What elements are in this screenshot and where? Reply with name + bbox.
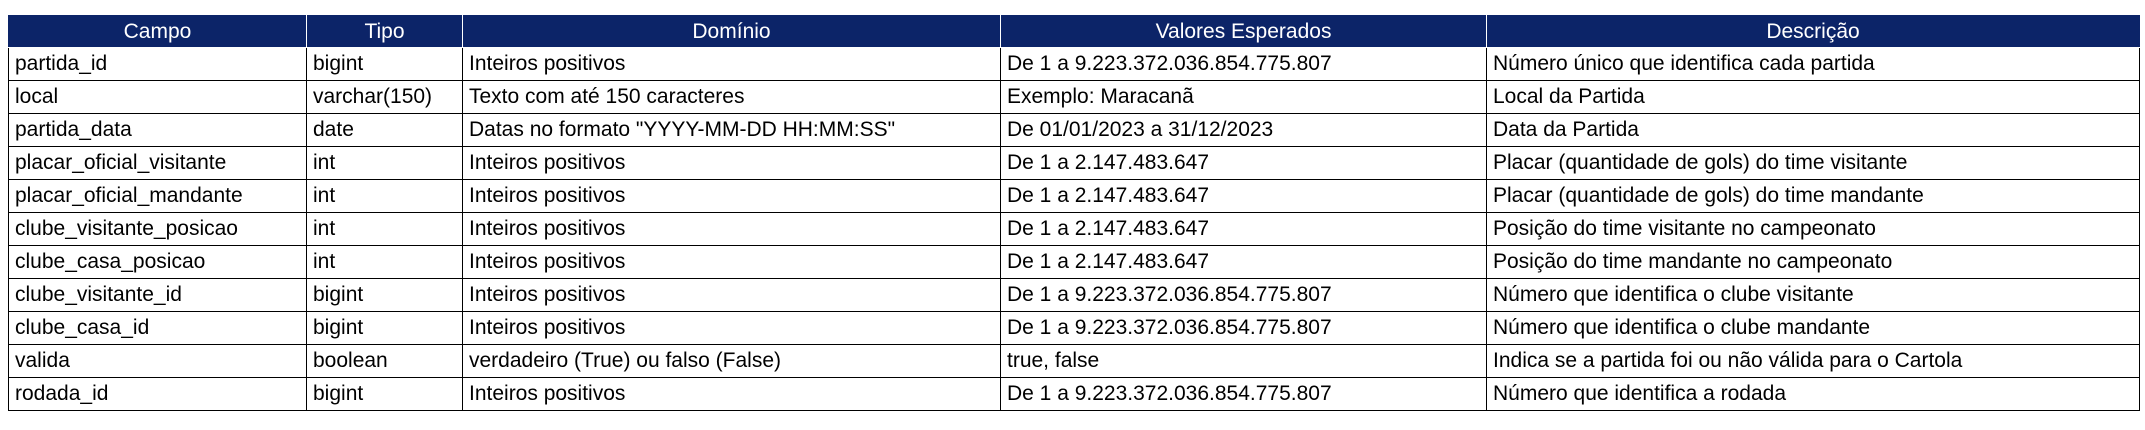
- header-row: Campo Tipo Domínio Valores Esperados Des…: [8, 15, 2140, 48]
- cell-tipo: bigint: [306, 278, 463, 312]
- cell-descricao: Posição do time mandante no campeonato: [1486, 245, 2140, 279]
- cell-campo: clube_casa_posicao: [8, 245, 307, 279]
- header-dominio: Domínio: [462, 15, 1001, 48]
- cell-campo: valida: [8, 344, 307, 378]
- cell-tipo: boolean: [306, 344, 463, 378]
- cell-valores-esperados: De 1 a 2.147.483.647: [1000, 146, 1487, 180]
- table-row: partida_id bigint Inteiros positivos De 1 a…: [8, 47, 2140, 81]
- cell-tipo: int: [306, 245, 463, 279]
- cell-valores-esperados: De 1 a 2.147.483.647: [1000, 245, 1487, 279]
- cell-dominio: Inteiros positivos: [462, 377, 1001, 411]
- cell-tipo: int: [306, 179, 463, 213]
- cell-dominio: verdadeiro (True) ou falso (False): [462, 344, 1001, 378]
- cell-dominio: Inteiros positivos: [462, 278, 1001, 312]
- header-tipo: Tipo: [306, 15, 463, 48]
- cell-dominio: Inteiros positivos: [462, 179, 1001, 213]
- table-row: placar_oficial_mandante int Inteiros posit…: [8, 179, 2140, 213]
- table-header: Campo Tipo Domínio Valores Esperados Des…: [8, 15, 2140, 48]
- table-body: partida_id bigint Inteiros positivos De 1 a…: [8, 47, 2140, 411]
- cell-dominio: Inteiros positivos: [462, 146, 1001, 180]
- cell-valores-esperados: De 1 a 9.223.372.036.854.775.807: [1000, 311, 1487, 345]
- cell-descricao: Placar (quantidade de gols) do time mand…: [1486, 179, 2140, 213]
- cell-dominio: Inteiros positivos: [462, 212, 1001, 246]
- cell-tipo: bigint: [306, 311, 463, 345]
- cell-tipo: bigint: [306, 47, 463, 81]
- cell-descricao: Número que identifica o clube visitante: [1486, 278, 2140, 312]
- cell-campo: partida_id: [8, 47, 307, 81]
- cell-descricao: Número que identifica a rodada: [1486, 377, 2140, 411]
- header-descricao: Descrição: [1486, 15, 2140, 48]
- table-row: clube_casa_id bigint Inteiros positivos De …: [8, 311, 2140, 345]
- cell-valores-esperados: De 1 a 2.147.483.647: [1000, 212, 1487, 246]
- cell-campo: partida_data: [8, 113, 307, 147]
- cell-campo: local: [8, 80, 307, 114]
- cell-campo: clube_visitante_id: [8, 278, 307, 312]
- cell-dominio: Inteiros positivos: [462, 47, 1001, 81]
- cell-descricao: Número único que identifica cada partida: [1486, 47, 2140, 81]
- cell-valores-esperados: De 1 a 9.223.372.036.854.775.807: [1000, 377, 1487, 411]
- cell-campo: placar_oficial_mandante: [8, 179, 307, 213]
- table-row: partida_data date Datas no formato "YYYY-M…: [8, 113, 2140, 147]
- cell-campo: clube_visitante_posicao: [8, 212, 307, 246]
- header-campo: Campo: [8, 15, 307, 48]
- table-row: rodada_id bigint Inteiros positivos De 1 a …: [8, 377, 2140, 411]
- table-row: clube_visitante_id bigint Inteiros positiv…: [8, 278, 2140, 312]
- cell-valores-esperados: De 01/01/2023 a 31/12/2023: [1000, 113, 1487, 147]
- data-dictionary-table: Campo Tipo Domínio Valores Esperados Des…: [8, 15, 2140, 411]
- cell-dominio: Inteiros positivos: [462, 311, 1001, 345]
- cell-campo: clube_casa_id: [8, 311, 307, 345]
- data-dictionary-sheet: Campo Tipo Domínio Valores Esperados Des…: [8, 15, 2140, 411]
- table-row: clube_casa_posicao int Inteiros positivos D…: [8, 245, 2140, 279]
- cell-descricao: Data da Partida: [1486, 113, 2140, 147]
- table-row: local varchar(150) Texto com até 150 carac…: [8, 80, 2140, 114]
- cell-valores-esperados: De 1 a 9.223.372.036.854.775.807: [1000, 278, 1487, 312]
- table-row: clube_visitante_posicao int Inteiros posit…: [8, 212, 2140, 246]
- cell-valores-esperados: De 1 a 9.223.372.036.854.775.807: [1000, 47, 1487, 81]
- cell-tipo: date: [306, 113, 463, 147]
- table-row: valida boolean verdadeiro (True) ou falso …: [8, 344, 2140, 378]
- cell-valores-esperados: true, false: [1000, 344, 1487, 378]
- cell-tipo: bigint: [306, 377, 463, 411]
- cell-descricao: Placar (quantidade de gols) do time visi…: [1486, 146, 2140, 180]
- cell-tipo: int: [306, 212, 463, 246]
- table-row: placar_oficial_visitante int Inteiros posi…: [8, 146, 2140, 180]
- cell-campo: placar_oficial_visitante: [8, 146, 307, 180]
- cell-campo: rodada_id: [8, 377, 307, 411]
- cell-descricao: Posição do time visitante no campeonato: [1486, 212, 2140, 246]
- cell-tipo: varchar(150): [306, 80, 463, 114]
- cell-dominio: Inteiros positivos: [462, 245, 1001, 279]
- cell-tipo: int: [306, 146, 463, 180]
- cell-descricao: Número que identifica o clube mandante: [1486, 311, 2140, 345]
- cell-descricao: Local da Partida: [1486, 80, 2140, 114]
- cell-valores-esperados: Exemplo: Maracanã: [1000, 80, 1487, 114]
- cell-valores-esperados: De 1 a 2.147.483.647: [1000, 179, 1487, 213]
- cell-dominio: Datas no formato "YYYY-MM-DD HH:MM:SS": [462, 113, 1001, 147]
- cell-descricao: Indica se a partida foi ou não válida pa…: [1486, 344, 2140, 378]
- cell-dominio: Texto com até 150 caracteres: [462, 80, 1001, 114]
- header-valores-esperados: Valores Esperados: [1000, 15, 1487, 48]
